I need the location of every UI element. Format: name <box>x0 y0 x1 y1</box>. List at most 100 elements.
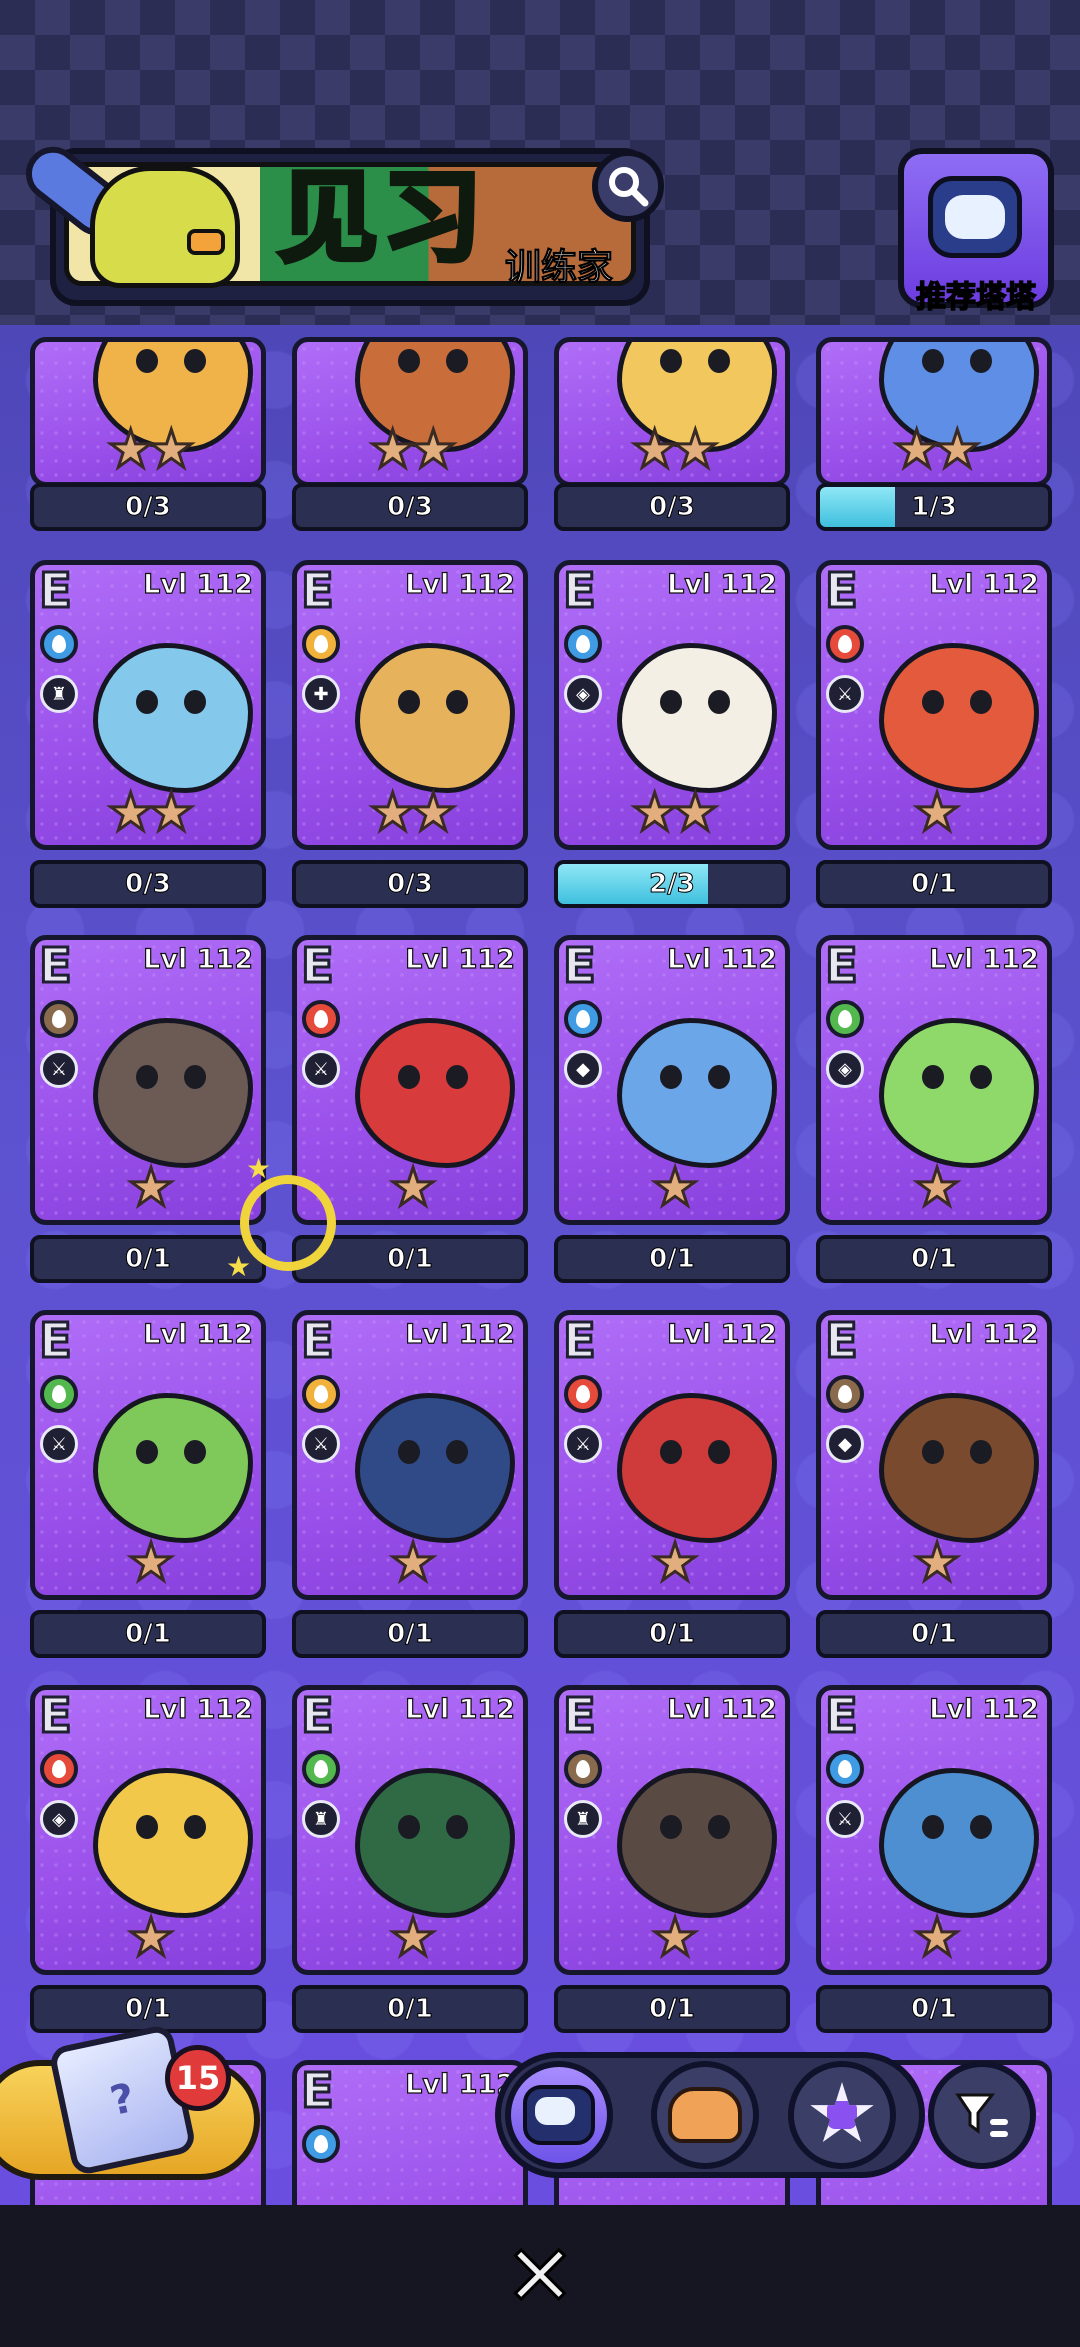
creature-art <box>879 643 1039 793</box>
level-label: Lvl 112 <box>929 943 1040 975</box>
star-rating: ★ <box>650 1158 700 1218</box>
fire-element-icon <box>564 1375 602 1413</box>
creature-card[interactable]: E Lvl 112 ✚ ★★ <box>292 560 528 850</box>
sort-filter-button[interactable] <box>928 2061 1036 2169</box>
star-rating: ★ <box>126 1533 176 1593</box>
earth-element-icon <box>826 1375 864 1413</box>
creature-art <box>617 643 777 793</box>
level-label: Lvl 112 <box>405 1318 516 1350</box>
rank-label: E <box>824 1688 860 1746</box>
creature-art <box>617 1768 777 1918</box>
progress-bar: 2/3 <box>554 860 790 908</box>
progress-bar: 0/1 <box>30 1985 266 2033</box>
filter-special-button[interactable] <box>788 2061 896 2169</box>
progress-bar: 0/1 <box>816 1235 1052 1283</box>
progress-bar: 0/3 <box>292 860 528 908</box>
trainer-rank-title: 见习 <box>276 157 486 279</box>
star-rating: ★ <box>126 1158 176 1218</box>
creature-grid[interactable]: ★★ 0/3 ★★ 0/3 ★★ 0/3 ★★ 1/3 E Lvl 112 ♜ ★★ 0/3 E Lvl 1… <box>0 325 1080 2205</box>
creature-card[interactable]: E Lvl 112 ⚔ ★ <box>292 1310 528 1600</box>
rank-label: E <box>562 563 598 621</box>
sword-icon: ⚔ <box>40 1425 78 1463</box>
creature-card[interactable]: E Lvl 112 ♜ ★ <box>554 1685 790 1975</box>
star-rating: ★★ <box>630 783 720 843</box>
progress-bar: 0/1 <box>554 1235 790 1283</box>
creature-card[interactable]: E Lvl 112 ◈ ★★ <box>554 560 790 850</box>
creature-art <box>93 1393 253 1543</box>
star-rating: ★ <box>912 783 962 843</box>
sword-icon: ⚔ <box>302 1050 340 1088</box>
creature-art <box>355 1393 515 1543</box>
level-label: Lvl 112 <box>929 1693 1040 1725</box>
progress-bar: 0/3 <box>554 483 790 531</box>
progress-bar: 0/1 <box>816 1985 1052 2033</box>
creature-card[interactable]: ★★ <box>30 337 266 487</box>
level-label: Lvl 112 <box>929 568 1040 600</box>
filter-tower-button[interactable] <box>505 2061 613 2169</box>
search-button[interactable] <box>592 150 664 222</box>
star-rating: ★ <box>650 1533 700 1593</box>
sword-icon: ⚔ <box>826 675 864 713</box>
bag-icon: ♜ <box>302 1800 340 1838</box>
creature-card[interactable]: E Lvl 112 ◆ ★ <box>816 1310 1052 1600</box>
progress-text: 0/1 <box>911 1994 958 2025</box>
star-rating: ★ <box>912 1908 962 1968</box>
creature-card[interactable]: E Lvl 112 ⚔ ★ <box>292 935 528 1225</box>
progress-bar: 0/1 <box>816 860 1052 908</box>
level-label: Lvl 112 <box>667 1318 778 1350</box>
eye-icon: ◆ <box>564 1050 602 1088</box>
recommend-tower-button[interactable]: 推荐塔塔 <box>898 148 1054 316</box>
progress-text: 0/1 <box>911 869 958 900</box>
rank-label: E <box>824 1313 860 1371</box>
sword-icon: ⚔ <box>40 1050 78 1088</box>
sword-icon: ⚔ <box>564 1425 602 1463</box>
fire-element-icon <box>302 1000 340 1038</box>
rank-label: E <box>824 563 860 621</box>
creature-card[interactable]: E Lvl 112 ♜ ★★ <box>30 560 266 850</box>
creature-card[interactable]: E Lvl 112 ◈ ★ <box>30 1685 266 1975</box>
star-rating: ★ <box>126 1908 176 1968</box>
creature-card[interactable]: E Lvl 112 ⚔ ★ <box>30 935 266 1225</box>
progress-text: 0/3 <box>387 869 434 900</box>
water-element-icon <box>826 1750 864 1788</box>
robot-cat-icon <box>928 176 1022 258</box>
star-rating: ★★ <box>630 420 720 480</box>
leaf-element-icon <box>40 1375 78 1413</box>
progress-bar: 0/1 <box>554 1610 790 1658</box>
level-label: Lvl 112 <box>405 943 516 975</box>
creature-card[interactable]: ★★ <box>292 337 528 487</box>
fire-element-icon <box>40 1750 78 1788</box>
creature-card[interactable]: E Lvl 112 ◈ ★ <box>816 935 1052 1225</box>
creature-card[interactable]: E Lvl 112 ⚔ ★ <box>816 560 1052 850</box>
progress-text: 2/3 <box>649 869 696 900</box>
star-rating: ★★ <box>892 420 982 480</box>
level-label: Lvl 112 <box>667 943 778 975</box>
eye-icon: ◆ <box>826 1425 864 1463</box>
progress-bar: 0/3 <box>30 860 266 908</box>
level-label: Lvl 112 <box>143 568 254 600</box>
filter-food-button[interactable] <box>651 2061 759 2169</box>
bread-icon <box>668 2087 742 2143</box>
rank-label: E <box>38 563 74 621</box>
creature-card[interactable]: E Lvl 112 ♜ ★ <box>292 1685 528 1975</box>
star-rating: ★ <box>388 1908 438 1968</box>
creature-card[interactable]: E Lvl 112 ⚔ ★ <box>30 1310 266 1600</box>
creature-card[interactable]: E Lvl 112 ◆ ★ <box>554 935 790 1225</box>
close-icon[interactable]: ✕ <box>503 2233 576 2320</box>
filter-sort-icon <box>955 2093 1008 2137</box>
creature-card[interactable]: E Lvl 112 ⚔ ★ <box>554 1310 790 1600</box>
sparkle-icon: ★ <box>226 1250 252 1283</box>
creature-card[interactable]: E Lvl 112 ⚔ ★ <box>816 1685 1052 1975</box>
creature-art <box>355 1018 515 1168</box>
bag-icon: ♜ <box>40 675 78 713</box>
creature-card[interactable]: ★★ <box>816 337 1052 487</box>
progress-text: 0/1 <box>649 1994 696 2025</box>
water-element-icon <box>564 625 602 663</box>
creature-art <box>879 1018 1039 1168</box>
creature-card[interactable]: E Lvl 112 <box>292 2060 528 2205</box>
mascot-chick-icon <box>90 166 240 288</box>
bottom-nav: ✕ <box>0 2205 1080 2347</box>
rank-label: E <box>562 938 598 996</box>
progress-bar: 0/1 <box>292 1985 528 2033</box>
creature-card[interactable]: ★★ <box>554 337 790 487</box>
